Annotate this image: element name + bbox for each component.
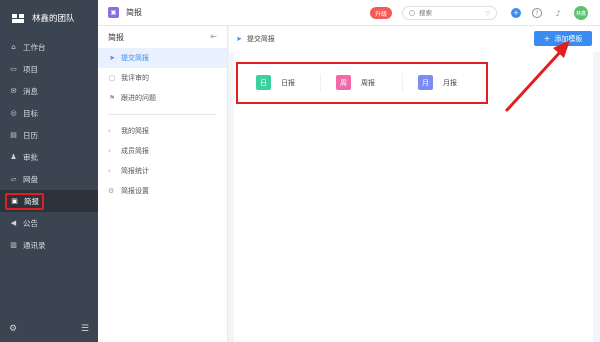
- nav-label: 审批: [23, 152, 38, 162]
- team-switcher[interactable]: 林鑫的团队: [0, 0, 98, 36]
- highlight-box: ▣ 简报: [5, 192, 44, 210]
- breadcrumb: 提交简报: [246, 35, 275, 43]
- template-label: 周报: [361, 78, 375, 87]
- nav-item-contacts[interactable]: ▥ 通讯录: [0, 234, 98, 256]
- top-bar: ▣ 简报 升级 ▽ + ? ♪ 林鑫: [98, 0, 600, 26]
- panel-group-my-reports[interactable]: › 我的简报: [98, 121, 227, 141]
- menu-toggle-icon[interactable]: ☰: [81, 324, 89, 334]
- panel-group-label: 成员简报: [121, 147, 149, 155]
- nav-label: 网盘: [23, 174, 38, 184]
- nav-label: 项目: [23, 64, 38, 74]
- gear-icon: ⚙: [108, 187, 115, 195]
- nav-item-target[interactable]: ◎ 目标: [0, 102, 98, 124]
- weekly-badge-icon: 周: [336, 75, 351, 90]
- template-label: 月报: [443, 78, 457, 87]
- panel-group-member-reports[interactable]: › 成员简报: [98, 141, 227, 161]
- avatar[interactable]: 林鑫: [574, 6, 588, 20]
- quick-add-button[interactable]: +: [511, 8, 521, 18]
- nav-item-message[interactable]: ✉ 消息: [0, 80, 98, 102]
- send-icon: ➤: [109, 54, 115, 62]
- panel-item-reviewed[interactable]: ▢ 我评审的: [98, 68, 227, 88]
- template-label: 日报: [281, 78, 295, 87]
- search-icon: [409, 10, 415, 16]
- review-icon: ▢: [108, 74, 116, 82]
- filter-icon[interactable]: ▽: [485, 10, 490, 17]
- panel-group-report-stats[interactable]: › 简报统计: [98, 161, 227, 181]
- bell-icon[interactable]: ♪: [553, 8, 563, 18]
- plus-icon: +: [543, 34, 551, 43]
- panel-group-report-settings[interactable]: ⚙ 简报设置: [98, 181, 227, 201]
- template-list: 日 日报 周 周报 月 月报: [236, 62, 488, 104]
- daily-badge-icon: 日: [256, 75, 271, 90]
- nav-item-report[interactable]: ▣ 简报: [0, 190, 98, 212]
- nav-label: 简报: [24, 196, 39, 206]
- nav-item-approval[interactable]: ♟ 审批: [0, 146, 98, 168]
- template-divider: [402, 74, 403, 92]
- approval-icon: ♟: [10, 153, 17, 161]
- cloud-drive-icon: ▱: [10, 175, 17, 183]
- sidebar-footer: ⚙ ☰: [0, 316, 98, 342]
- home-icon: ⌂: [11, 43, 16, 51]
- template-weekly[interactable]: 周 周报: [336, 75, 375, 90]
- panel-item-submit[interactable]: ➤ 提交简报: [98, 48, 227, 68]
- nav-item-project[interactable]: ▭ 项目: [0, 58, 98, 80]
- calendar-icon: ▤: [10, 131, 17, 139]
- main-content: ➤ 提交简报 + 添加模板 日 日报 周 周报 月 月报: [229, 26, 600, 342]
- contacts-icon: ▥: [10, 241, 17, 249]
- panel-item-label: 我评审的: [121, 74, 149, 82]
- flag-icon: ⚑: [108, 94, 116, 102]
- nav-label: 通讯录: [23, 240, 46, 250]
- report-icon: ▣: [11, 197, 18, 205]
- monthly-badge-icon: 月: [418, 75, 433, 90]
- nav-item-workbench[interactable]: ⌂ 工作台: [0, 36, 98, 58]
- search-box[interactable]: ▽: [402, 6, 497, 20]
- nav-label: 工作台: [23, 42, 46, 52]
- template-divider: [320, 74, 321, 92]
- panel-title: 简报: [108, 32, 124, 42]
- upgrade-button[interactable]: 升级: [370, 7, 392, 19]
- main-sidebar: 林鑫的团队 ⌂ 工作台 ▭ 项目 ✉ 消息 ◎ 目标 ▤ 日历 ♟ 审批 ▱ 网…: [0, 0, 98, 342]
- target-icon: ◎: [10, 109, 17, 117]
- nav-label: 消息: [23, 86, 38, 96]
- send-icon: ➤: [236, 35, 242, 43]
- panel-group-label: 简报统计: [121, 167, 149, 175]
- chevron-right-icon: ›: [108, 147, 111, 155]
- announcement-icon: ◀: [10, 219, 17, 227]
- help-icon[interactable]: ?: [532, 8, 542, 18]
- panel-item-label: 提交简报: [121, 54, 149, 62]
- nav-label: 目标: [23, 108, 38, 118]
- panel-group-label: 我的简报: [121, 127, 149, 135]
- team-logo-icon: [12, 13, 24, 23]
- collapse-panel-icon[interactable]: ⇤: [210, 32, 217, 41]
- message-icon: ✉: [10, 87, 17, 95]
- team-name: 林鑫的团队: [32, 14, 75, 24]
- report-app-icon: ▣: [108, 7, 119, 18]
- app-title: 简报: [126, 8, 142, 17]
- panel-item-label: 跟进的问题: [121, 94, 156, 102]
- panel-item-followed-issues[interactable]: ⚑ 跟进的问题: [98, 88, 227, 108]
- settings-icon[interactable]: ⚙: [9, 324, 17, 334]
- add-template-label: 添加模板: [554, 34, 583, 43]
- panel-group-label: 简报设置: [121, 187, 149, 195]
- nav-item-calendar[interactable]: ▤ 日历: [0, 124, 98, 146]
- template-daily[interactable]: 日 日报: [256, 75, 295, 90]
- report-panel: 简报 ⇤ ➤ 提交简报 ▢ 我评审的 ⚑ 跟进的问题 › 我的简报 › 成员简报…: [98, 26, 228, 342]
- nav-item-announcement[interactable]: ◀ 公告: [0, 212, 98, 234]
- chevron-right-icon: ›: [108, 127, 111, 135]
- chevron-right-icon: ›: [108, 167, 111, 175]
- project-icon: ▭: [10, 65, 17, 73]
- add-template-button[interactable]: + 添加模板: [534, 31, 592, 46]
- nav-label: 公告: [23, 218, 38, 228]
- nav-label: 日历: [23, 130, 38, 140]
- nav-item-cloud-drive[interactable]: ▱ 网盘: [0, 168, 98, 190]
- panel-header: 简报 ⇤: [98, 26, 227, 48]
- template-monthly[interactable]: 月 月报: [418, 75, 457, 90]
- panel-divider: [108, 114, 217, 115]
- search-input[interactable]: [419, 9, 481, 17]
